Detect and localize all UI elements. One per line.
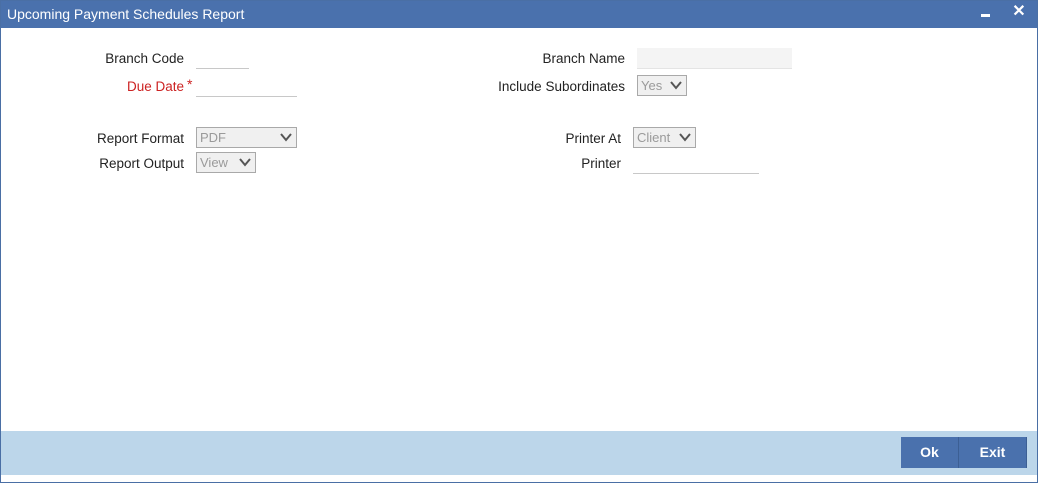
report-format-label: Report Format [96,131,184,146]
include-subordinates-label: Include Subordinates [498,79,625,94]
report-output-label: Report Output [99,156,184,171]
chevron-down-icon [679,133,691,142]
printer-at-label: Printer At [565,131,621,146]
report-format-select[interactable]: PDF [196,127,297,148]
report-output-select[interactable]: View [196,152,256,173]
branch-code-field[interactable] [196,48,249,69]
exit-button[interactable]: Exit [959,437,1027,468]
branch-name-field [637,48,792,69]
chevron-down-icon [239,158,251,167]
report-window: Upcoming Payment Schedules Report ✕ Bran… [0,0,1038,483]
report-output-value: View [200,155,228,170]
title-bar[interactable]: Upcoming Payment Schedules Report ✕ [1,1,1037,28]
printer-field[interactable] [633,153,759,174]
footer-bar: Ok Exit [1,431,1037,475]
close-icon: ✕ [1012,3,1026,20]
required-marker: * [187,76,193,92]
include-subordinates-select[interactable]: Yes [637,75,687,96]
printer-label: Printer [581,156,621,171]
minimize-icon [981,14,990,17]
branch-name-label: Branch Name [542,51,625,66]
ok-button[interactable]: Ok [901,437,959,468]
chevron-down-icon [670,81,682,90]
printer-at-value: Client [637,130,671,145]
printer-at-select[interactable]: Client [633,127,696,148]
due-date-label: Due Date [126,79,184,94]
branch-code-label: Branch Code [105,51,184,66]
close-button[interactable]: ✕ [1007,1,1031,28]
window-title: Upcoming Payment Schedules Report [7,6,245,22]
chevron-down-icon [280,133,292,142]
report-format-value: PDF [200,130,226,145]
minimize-button[interactable] [973,1,997,28]
include-subordinates-value: Yes [641,78,663,93]
due-date-field[interactable] [196,76,297,97]
